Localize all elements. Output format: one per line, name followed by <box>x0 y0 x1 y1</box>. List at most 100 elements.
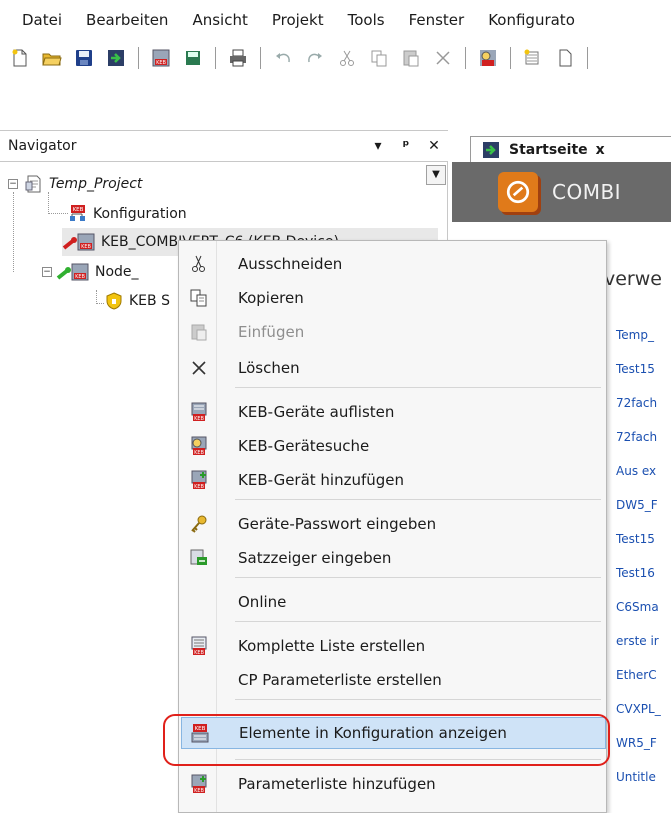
menu-bearbeiten[interactable]: Bearbeiten <box>74 11 180 29</box>
open-icon[interactable] <box>41 47 63 69</box>
menu-item-keb-geraetesuche[interactable]: KEB KEB-Gerätesuche <box>181 431 606 461</box>
tree-item-project[interactable]: − Temp_Project <box>8 170 142 198</box>
menu-item-label: Ausschneiden <box>238 255 343 273</box>
collapse-icon[interactable]: − <box>8 179 18 189</box>
menu-item-label: Geräte-Passwort eingeben <box>238 515 437 533</box>
chevron-down-icon[interactable]: ▾ <box>364 138 392 154</box>
tree-item-label: Node_ <box>95 264 139 280</box>
recent-project-link[interactable]: WR5_F <box>616 736 657 750</box>
tree-item-keb-s[interactable]: KEB S <box>104 287 170 315</box>
toolbar-separator <box>587 47 588 69</box>
tree-item-label: Konfiguration <box>93 206 187 222</box>
toolbar-separator <box>138 47 139 69</box>
tree-guide <box>96 290 97 304</box>
recent-project-link[interactable]: C6Sma <box>616 600 659 614</box>
undo-icon[interactable] <box>272 47 294 69</box>
recent-project-link[interactable]: DW5_F <box>616 498 658 512</box>
delete-icon[interactable] <box>432 47 454 69</box>
menu-projekt[interactable]: Projekt <box>260 11 336 29</box>
svg-text:KEB: KEB <box>194 788 204 794</box>
project-icon <box>24 174 44 194</box>
menu-item-label: Online <box>238 593 287 611</box>
keb-config-icon: KEB <box>68 204 88 224</box>
recent-project-link[interactable]: 72fach <box>616 430 657 444</box>
recent-project-link[interactable]: Test15 <box>616 532 655 546</box>
navigator-header: Navigator ▾ ᵖ ✕ <box>0 130 448 162</box>
menu-item-label: CP Parameterliste erstellen <box>238 671 442 689</box>
recent-project-link[interactable]: EtherC <box>616 668 657 682</box>
print-icon[interactable] <box>227 47 249 69</box>
save-all-icon[interactable] <box>182 47 204 69</box>
keb-search-icon: KEB <box>189 436 209 456</box>
menu-item-online[interactable]: Online <box>181 587 606 617</box>
keb-list-icon: KEB <box>189 402 209 422</box>
menu-item-einfuegen[interactable]: Einfügen <box>181 317 606 347</box>
keb-param-add-icon: KEB <box>189 774 209 794</box>
menu-item-satzzeiger[interactable]: Satzzeiger eingeben <box>181 543 606 573</box>
tree-item-konfiguration[interactable]: KEB Konfiguration <box>68 200 187 228</box>
collapse-icon[interactable]: − <box>42 267 52 277</box>
shield-icon <box>104 291 124 311</box>
copy-icon <box>189 288 209 308</box>
document-icon[interactable] <box>554 47 576 69</box>
new-item-icon[interactable] <box>522 47 544 69</box>
svg-text:KEB: KEB <box>81 244 91 250</box>
keb-list-create-icon: KEB <box>189 636 209 656</box>
recent-project-link[interactable]: Aus ex <box>616 464 656 478</box>
tree-item-label: Temp_Project <box>49 176 143 192</box>
toolbar-spacer <box>0 76 671 126</box>
banner-title: COMBI <box>552 180 622 204</box>
menu-item-label: Parameterliste hinzufügen <box>238 775 436 793</box>
recent-project-link[interactable]: 72fach <box>616 396 657 410</box>
recent-project-link[interactable]: Untitle <box>616 770 656 784</box>
tree-dropdown-button[interactable]: ▼ <box>426 165 446 185</box>
menu-tools[interactable]: Tools <box>336 11 397 29</box>
svg-text:KEB: KEB <box>73 207 84 213</box>
keb-device-red-icon: KEB <box>62 232 96 252</box>
close-icon[interactable]: ✕ <box>420 138 448 154</box>
menu-item-ausschneiden[interactable]: Ausschneiden <box>181 249 606 279</box>
menu-item-komplette-liste[interactable]: KEB Komplette Liste erstellen <box>181 631 606 661</box>
menu-fenster[interactable]: Fenster <box>397 11 477 29</box>
menu-item-parameterliste-hinzufuegen[interactable]: KEB Parameterliste hinzufügen <box>181 769 606 799</box>
menu-item-kopieren[interactable]: Kopieren <box>181 283 606 313</box>
menu-item-label: Löschen <box>238 359 300 377</box>
menu-datei[interactable]: Datei <box>0 11 74 29</box>
tab-startseite[interactable]: Startseite x <box>470 136 671 162</box>
menu-item-keb-geraet-hinzufuegen[interactable]: KEB KEB-Gerät hinzufügen <box>181 465 606 495</box>
keb-search-icon[interactable] <box>477 47 499 69</box>
cut-icon[interactable] <box>336 47 358 69</box>
set-pointer-icon <box>189 548 209 568</box>
menu-item-geraete-passwort[interactable]: Geräte-Passwort eingeben <box>181 509 606 539</box>
new-icon[interactable] <box>9 47 31 69</box>
toolbar: KEB <box>0 40 671 76</box>
tab-bar: Startseite x <box>452 130 671 162</box>
tree-item-node[interactable]: − KEB Node_ <box>42 258 139 286</box>
recent-project-link[interactable]: CVXPL_ <box>616 702 661 716</box>
menu-item-keb-geraete-auflisten[interactable]: KEB KEB-Geräte auflisten <box>181 397 606 427</box>
pin-icon[interactable]: ᵖ <box>392 138 420 154</box>
toolbar-separator <box>215 47 216 69</box>
menu-item-cp-parameterliste[interactable]: CP Parameterliste erstellen <box>181 665 606 695</box>
paste-icon[interactable] <box>400 47 422 69</box>
import-icon[interactable] <box>105 47 127 69</box>
menu-ansicht[interactable]: Ansicht <box>180 11 259 29</box>
menu-konfigurator[interactable]: Konfigurato <box>476 11 587 29</box>
close-icon[interactable]: x <box>596 142 605 158</box>
recent-project-link[interactable]: Test16 <box>616 566 655 580</box>
tree-guide <box>13 192 14 272</box>
keb-device-icon[interactable]: KEB <box>150 47 172 69</box>
menu-item-loeschen[interactable]: Löschen <box>181 353 606 383</box>
redo-icon[interactable] <box>304 47 326 69</box>
combivis-logo-icon <box>498 172 538 212</box>
recent-projects-heading: verwe <box>604 268 662 290</box>
menu-item-label: KEB-Gerät hinzufügen <box>238 471 405 489</box>
menu-separator <box>235 621 601 622</box>
recent-project-link[interactable]: Test15 <box>616 362 655 376</box>
menu-item-label: Komplette Liste erstellen <box>238 637 426 655</box>
recent-project-link[interactable]: Temp_ <box>616 328 654 342</box>
copy-icon[interactable] <box>368 47 390 69</box>
save-icon[interactable] <box>73 47 95 69</box>
recent-project-link[interactable]: erste ir <box>616 634 659 648</box>
menu-item-label: KEB-Geräte auflisten <box>238 403 395 421</box>
